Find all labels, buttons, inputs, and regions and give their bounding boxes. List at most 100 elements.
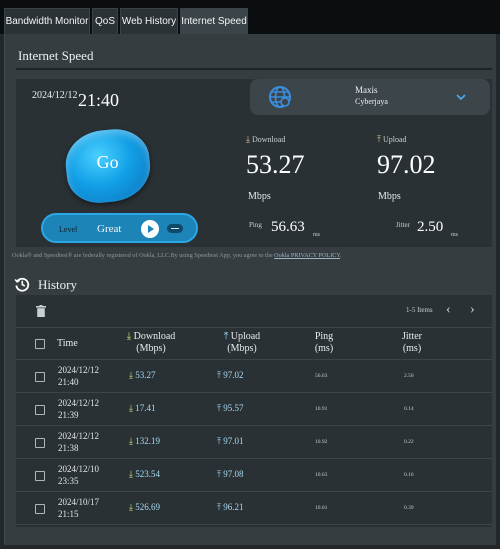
tab-bar: Bandwidth Monitor QoS Web History Intern…: [0, 0, 500, 34]
row-upload: ⤒ 97.01: [217, 436, 243, 447]
col-download: ⤓ Download (Mbps): [116, 331, 186, 355]
row-ping: 10.63: [315, 472, 328, 478]
row-download-value: 526.69: [135, 502, 160, 512]
col-jitter-label: Jitter: [402, 331, 422, 342]
col-time: Time: [57, 338, 78, 349]
row-datetime: 2024/12/12 21:39: [58, 397, 99, 421]
upload-arrow-icon: ⤒: [377, 134, 381, 144]
table-row[interactable]: 2024/12/12 21:38 ⤓ 132.19 ⤒ 97.01 10.92 0…: [16, 426, 492, 459]
server-selector[interactable]: Maxis Cyberjaya: [250, 79, 490, 115]
upload-value: 97.02: [377, 150, 436, 179]
row-checkbox[interactable]: [35, 438, 45, 448]
row-download: ⤓ 132.19: [129, 436, 160, 447]
table-row[interactable]: 2024/12/12 21:39 ⤓ 17.41 ⤒ 95.57 10.91 0.…: [16, 393, 492, 426]
row-time: 21:38: [58, 443, 79, 453]
panel-bottom: [16, 527, 492, 545]
upload-label-text: Upload: [382, 135, 407, 144]
download-label: ⤓ Download: [246, 134, 285, 145]
download-header-icon: ⤓: [126, 331, 132, 342]
privacy-policy-link[interactable]: Ookla PRIVACY POLICY: [274, 252, 340, 259]
row-checkbox[interactable]: [35, 405, 45, 415]
tab-qos[interactable]: QoS: [92, 8, 118, 34]
row-datetime: 2024/10/17 21:15: [58, 496, 99, 520]
level-indicator: Level Great: [41, 213, 198, 243]
tab-web-history[interactable]: Web History: [120, 8, 178, 34]
row-upload-value: 97.02: [223, 370, 244, 380]
row-download: ⤓ 17.41: [129, 403, 155, 414]
chevron-left-icon[interactable]: ‹: [446, 303, 451, 317]
row-ping: 10.91: [315, 406, 328, 412]
row-jitter: 0.39: [404, 505, 414, 511]
row-datetime: 2024/12/12 21:38: [58, 430, 99, 454]
row-date: 2024/10/17: [58, 497, 100, 507]
row-upload-value: 97.08: [223, 469, 244, 479]
row-ping: 56.63: [315, 373, 328, 379]
col-ping-label: Ping: [314, 331, 334, 342]
download-value: 53.27: [246, 150, 305, 179]
row-time: 21:40: [58, 377, 79, 387]
ping-label: Ping: [249, 221, 262, 229]
server-location: Cyberjaya: [355, 97, 388, 106]
toggle-icon[interactable]: [167, 224, 183, 233]
play-icon[interactable]: [141, 220, 159, 238]
row-download-value: 53.27: [135, 370, 156, 380]
go-button-label: Go: [96, 152, 119, 173]
ping-unit: ms: [313, 232, 321, 238]
tab-internet-speed[interactable]: Internet Speed: [180, 8, 248, 34]
jitter-value: 2.50: [417, 219, 444, 235]
history-title: History: [38, 277, 77, 292]
tab-bandwidth-monitor[interactable]: Bandwidth Monitor: [4, 8, 90, 34]
col-ping-unit: (ms): [314, 343, 334, 354]
history-icon: [14, 277, 30, 292]
row-download-value: 17.41: [135, 403, 156, 413]
col-download-unit: (Mbps): [136, 343, 166, 354]
row-download: ⤓ 53.27: [129, 370, 155, 381]
upload-label: ⤒ Upload: [377, 134, 407, 145]
upload-header-icon: ⤒: [223, 331, 229, 342]
row-ping: 10.61: [315, 505, 328, 511]
history-header-row: Time ⤓ Download (Mbps) ⤒ Upload (Mbps) P…: [16, 327, 492, 360]
download-small-icon: ⤓: [129, 436, 133, 446]
col-ping: Ping (ms): [306, 331, 342, 355]
download-unit: Mbps: [248, 191, 271, 202]
table-row[interactable]: 2024/12/10 23:35 ⤓ 523.54 ⤒ 97.08 10.63 0…: [16, 459, 492, 492]
row-checkbox[interactable]: [35, 372, 45, 382]
row-checkbox[interactable]: [35, 471, 45, 481]
download-arrow-icon: ⤓: [246, 134, 250, 144]
test-date: 2024/12/12: [32, 90, 78, 101]
pager-label: 1-5 Items: [406, 306, 433, 314]
row-jitter: 0.16: [404, 472, 414, 478]
row-download: ⤓ 523.54: [129, 469, 160, 480]
row-upload: ⤒ 96.21: [217, 502, 243, 513]
select-all-checkbox[interactable]: [35, 339, 45, 349]
row-date: 2024/12/12: [58, 398, 100, 408]
jitter-label: Jitter: [396, 221, 410, 229]
row-datetime: 2024/12/12 21:40: [58, 364, 99, 388]
row-date: 2024/12/12: [58, 365, 100, 375]
download-small-icon: ⤓: [129, 370, 133, 380]
trash-icon[interactable]: [36, 305, 46, 317]
server-name: Maxis: [355, 85, 378, 95]
chevron-right-icon[interactable]: ›: [470, 303, 475, 317]
download-small-icon: ⤓: [129, 502, 133, 512]
test-time: 21:40: [78, 90, 120, 110]
legal-tail: .: [340, 252, 342, 259]
row-datetime: 2024/12/10 23:35: [58, 463, 99, 487]
row-checkbox[interactable]: [35, 504, 45, 514]
download-label-text: Download: [251, 135, 286, 144]
col-upload-label: Upload: [230, 331, 261, 342]
row-upload: ⤒ 97.02: [217, 370, 243, 381]
upload-small-icon: ⤒: [217, 469, 221, 479]
row-jitter: 2.50: [404, 373, 414, 379]
page-title: Internet Speed: [18, 48, 94, 63]
table-row[interactable]: 2024/12/12 21:40 ⤓ 53.27 ⤒ 97.02 56.63 2.…: [16, 360, 492, 393]
upload-small-icon: ⤒: [217, 502, 221, 512]
table-row[interactable]: 2024/10/17 21:15 ⤓ 526.69 ⤒ 96.21 10.61 0…: [16, 492, 492, 525]
legal-text: Ookla® and Speedtest® are federally regi…: [12, 252, 273, 259]
row-date: 2024/12/10: [58, 464, 100, 474]
level-label: Level: [59, 225, 78, 234]
upload-small-icon: ⤒: [217, 403, 221, 413]
row-download-value: 132.19: [135, 436, 160, 446]
col-jitter-unit: (ms): [402, 343, 422, 354]
row-time: 21:39: [58, 410, 79, 420]
